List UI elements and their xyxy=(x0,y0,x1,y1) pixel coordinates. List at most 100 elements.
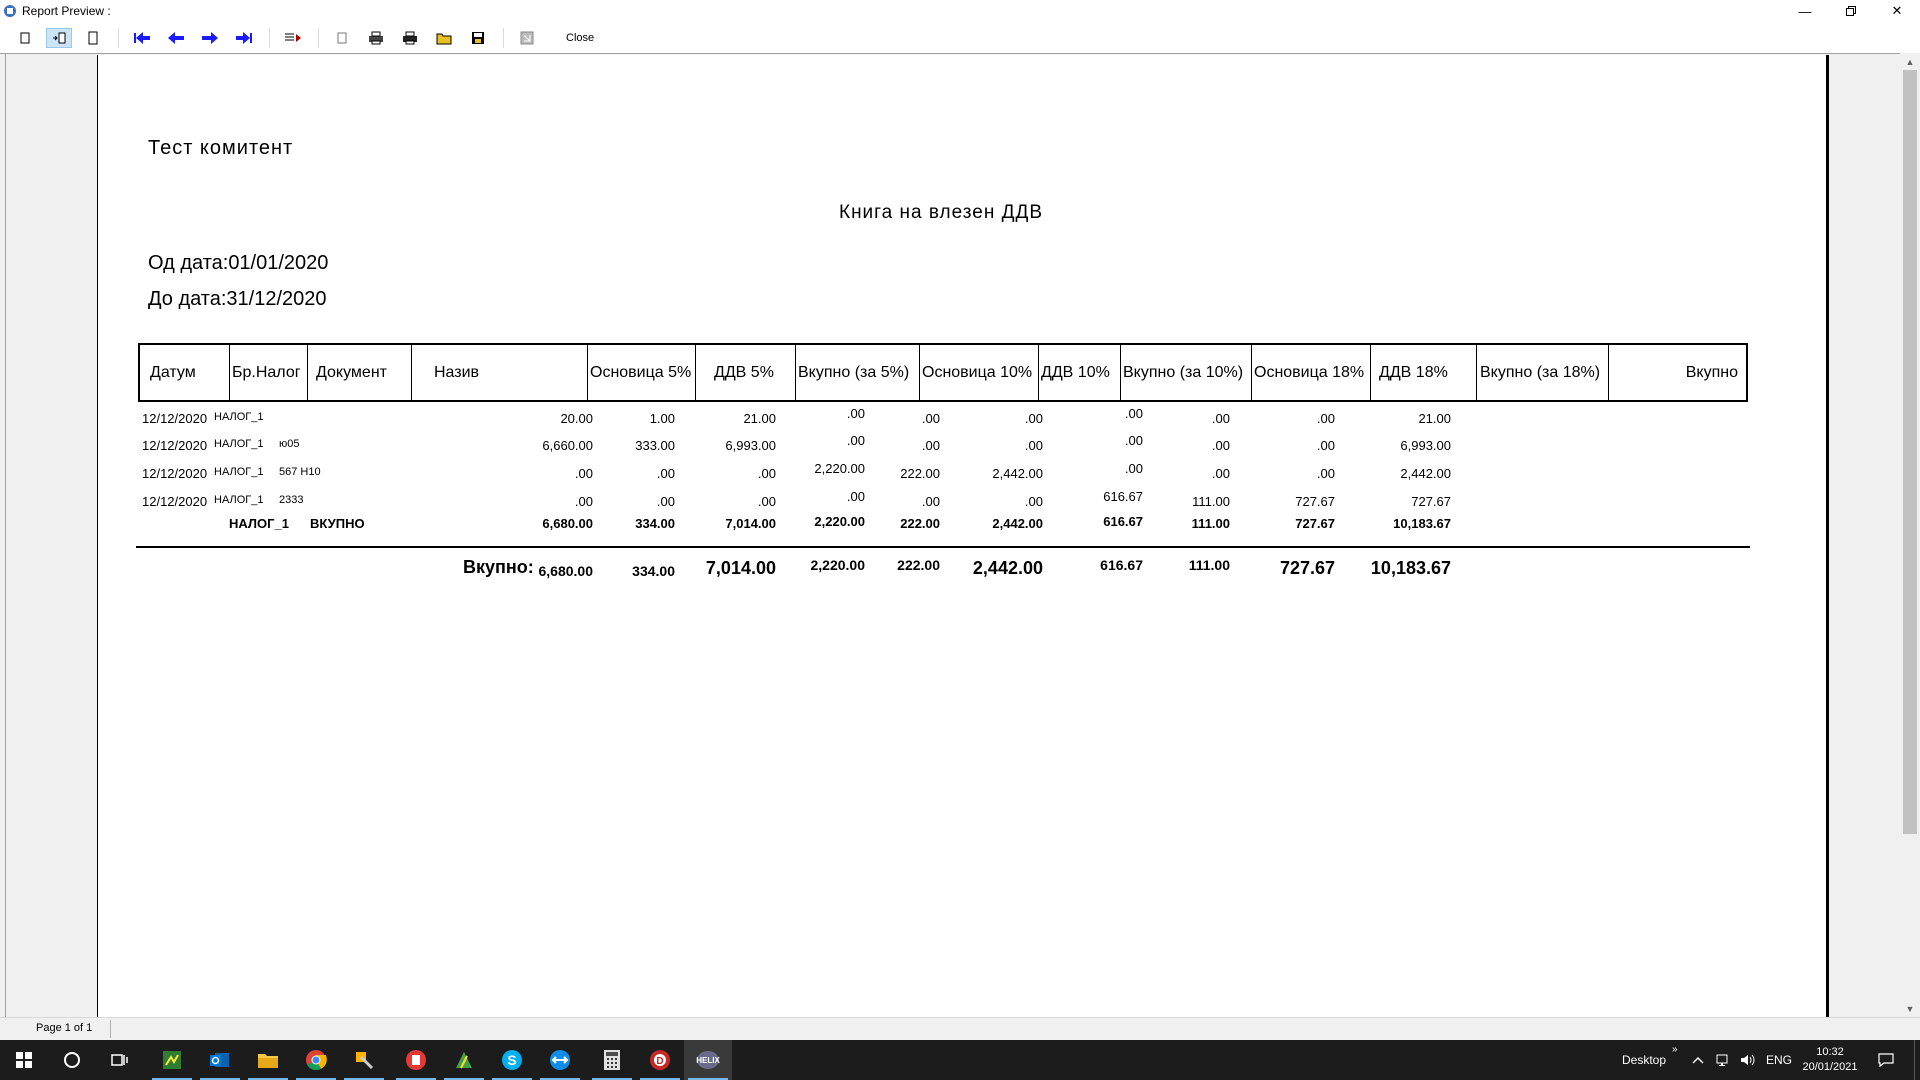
table-cell: 6,660.00 xyxy=(542,438,593,453)
search-button[interactable] xyxy=(48,1040,96,1080)
toolbar-separator xyxy=(503,28,504,48)
volume-icon[interactable] xyxy=(1740,1040,1756,1080)
table-cell: НАЛОГ_1 xyxy=(214,411,264,423)
table-cell: 20.00 xyxy=(560,411,593,426)
print-setup-button[interactable] xyxy=(363,28,389,48)
taskbar-helix[interactable]: HELIX xyxy=(684,1040,732,1080)
preview-area: Тест комитент Книга на влезен ДДВ Од дат… xyxy=(0,53,1900,1018)
taskbar-calculator[interactable] xyxy=(588,1040,636,1080)
table-cell: 727.67 xyxy=(1411,494,1451,509)
subtotal-cell: 7,014.00 xyxy=(725,516,776,531)
taskbar-tools[interactable] xyxy=(340,1040,388,1080)
minimize-button[interactable]: — xyxy=(1782,0,1828,22)
minimize-icon: — xyxy=(1798,3,1812,19)
export-button[interactable] xyxy=(514,28,540,48)
report-page: Тест комитент Книга на влезен ДДВ Од дат… xyxy=(97,55,1829,1017)
table-cell: .00 xyxy=(921,438,940,453)
table-cell: 1.00 xyxy=(649,411,675,426)
grand-total-cell: 7,014.00 xyxy=(705,558,776,578)
close-window-button[interactable]: ✕ xyxy=(1874,0,1920,22)
scroll-up-icon[interactable]: ▲ xyxy=(1900,53,1920,70)
task-view-button[interactable] xyxy=(96,1040,144,1080)
new-page-button[interactable] xyxy=(329,28,355,48)
column-header-nalog: Бр.Налог xyxy=(230,345,308,400)
taskbar-app-red[interactable] xyxy=(392,1040,440,1080)
calculator-icon xyxy=(604,1050,620,1070)
status-bar: Page 1 of 1 xyxy=(0,1017,1920,1040)
show-desktop-button[interactable] xyxy=(1914,1040,1915,1080)
table-cell: .00 xyxy=(1316,438,1335,453)
table-cell: .00 xyxy=(574,466,593,481)
column-header-total: Вкупно xyxy=(1685,363,1738,381)
column-header-total18: Вкупно (за 18%) xyxy=(1477,345,1609,400)
table-cell: НАЛОГ_1 xyxy=(214,438,264,450)
table-cell: .00 xyxy=(656,466,675,481)
print-button[interactable] xyxy=(397,28,423,48)
column-header-vat10: ДДВ 10% xyxy=(1039,345,1121,400)
grand-total-cell: 6,680.00 xyxy=(538,563,594,579)
save-icon xyxy=(472,32,484,44)
next-page-button[interactable] xyxy=(197,28,223,48)
left-border xyxy=(5,54,6,1018)
view-one-page-button[interactable] xyxy=(12,28,38,48)
table-cell: .00 xyxy=(1024,494,1043,509)
task-view-icon xyxy=(111,1054,128,1066)
desktop-expand-icon[interactable]: » xyxy=(1672,1040,1678,1080)
table-cell: .00 xyxy=(1316,411,1335,426)
table-cell: .00 xyxy=(1124,433,1143,448)
taskbar-app-1[interactable] xyxy=(148,1040,196,1080)
notifications-icon[interactable] xyxy=(1878,1040,1894,1080)
tray-expand-icon[interactable] xyxy=(1692,1040,1704,1080)
save-button[interactable] xyxy=(465,28,491,48)
table-cell: .00 xyxy=(656,494,675,509)
table-cell: НАЛОГ_1 xyxy=(214,494,264,506)
open-button[interactable] xyxy=(431,28,457,48)
vertical-scrollbar[interactable]: ▲ ▼ xyxy=(1900,53,1920,1017)
subtotal-cell: 222.00 xyxy=(900,516,940,531)
taskbar-app-d[interactable]: D xyxy=(636,1040,684,1080)
network-icon[interactable] xyxy=(1716,1040,1732,1080)
chrome-icon xyxy=(306,1050,327,1071)
restore-button[interactable] xyxy=(1828,0,1874,22)
toolbar-separator xyxy=(269,28,270,48)
title-bar: Report Preview : — ✕ xyxy=(0,0,1920,22)
goto-page-button[interactable] xyxy=(280,28,306,48)
previous-page-button[interactable] xyxy=(163,28,189,48)
close-report-button[interactable]: Close xyxy=(566,32,594,44)
language-indicator[interactable]: ENG xyxy=(1766,1040,1792,1080)
scrollbar-thumb[interactable] xyxy=(1903,70,1917,834)
table-cell: .00 xyxy=(574,494,593,509)
table-row: 12/12/2020 НАЛОГ_1 567 Н10 .00 .00 .00 2,220.0… xyxy=(138,461,1748,488)
scroll-down-icon[interactable]: ▼ xyxy=(1900,1000,1920,1017)
last-page-button[interactable] xyxy=(231,28,257,48)
tray-desktop[interactable]: Desktop xyxy=(1622,1040,1666,1080)
view-full-page-button[interactable] xyxy=(80,28,106,48)
taskbar-teamviewer[interactable] xyxy=(536,1040,584,1080)
taskbar-skype[interactable]: S xyxy=(488,1040,536,1080)
subtotal-cell: 10,183.67 xyxy=(1393,516,1451,531)
table-row: 12/12/2020 НАЛОГ_1 ю05 6,660.00 333.00 6,993.… xyxy=(138,433,1748,460)
accounting-app-icon xyxy=(163,1051,181,1069)
language-label[interactable]: ENG xyxy=(1766,1053,1792,1067)
printer-icon xyxy=(403,31,417,45)
view-page-width-button[interactable] xyxy=(46,28,72,48)
page-icon xyxy=(20,32,30,44)
taskbar: S D HELIX Desktop » ENG 10:32 20/01/2021 xyxy=(0,1040,1920,1080)
taskbar-outlook[interactable] xyxy=(196,1040,244,1080)
grand-total-cell: 222.00 xyxy=(897,557,940,573)
taskbar-file-explorer[interactable] xyxy=(244,1040,292,1080)
table-cell: 12/12/2020 xyxy=(142,438,208,453)
desktop-toolbar-label[interactable]: Desktop xyxy=(1622,1053,1666,1067)
table-cell: 567 Н10 xyxy=(279,466,321,478)
first-page-button[interactable] xyxy=(129,28,155,48)
start-button[interactable] xyxy=(0,1040,48,1080)
status-separator xyxy=(110,1020,111,1038)
toolbar-separator xyxy=(118,28,119,48)
column-header-date: Датум xyxy=(140,345,230,400)
taskbar-chrome[interactable] xyxy=(292,1040,340,1080)
svg-text:HELIX: HELIX xyxy=(696,1056,720,1065)
clock[interactable]: 10:32 20/01/2021 xyxy=(1800,1040,1860,1080)
taskbar-app-green[interactable] xyxy=(440,1040,488,1080)
subtotal-nalog: НАЛОГ_1 xyxy=(229,516,289,531)
table-row: 12/12/2020 НАЛОГ_1 2333 .00 .00 .00 .00 .00 .00 6… xyxy=(138,489,1748,516)
